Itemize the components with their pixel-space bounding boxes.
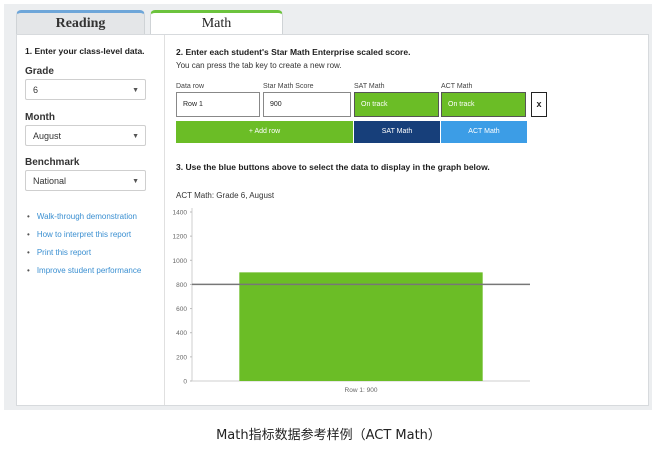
app-frame: Reading Math 1. Enter your class-level d… <box>4 4 652 410</box>
benchmark-select[interactable]: National ▼ <box>25 170 146 191</box>
grade-select[interactable]: 6 ▼ <box>25 79 146 100</box>
chevron-down-icon: ▼ <box>132 133 139 140</box>
x-tick-label: Row 1: 900 <box>345 387 378 394</box>
y-tick-label: 1000 <box>173 258 188 265</box>
month-label: Month <box>25 112 55 123</box>
chevron-down-icon: ▼ <box>132 87 139 94</box>
main-panel: 1. Enter your class-level data. Grade 6 … <box>16 34 649 406</box>
bar-0 <box>239 272 483 381</box>
benchmark-value: National <box>33 176 67 186</box>
link-improve-performance[interactable]: Improve student performance <box>27 266 142 275</box>
link-print-report[interactable]: Print this report <box>27 248 141 257</box>
benchmark-label: Benchmark <box>25 157 80 168</box>
help-links: Walk-through demonstration How to interp… <box>27 212 142 284</box>
student-data-panel: 2. Enter each student's Star Math Enterp… <box>165 35 650 405</box>
y-tick-label: 1400 <box>173 210 188 217</box>
class-data-panel: 1. Enter your class-level data. Grade 6 … <box>17 35 165 405</box>
tab-reading[interactable]: Reading <box>16 10 145 34</box>
grade-label: Grade <box>25 66 54 77</box>
month-value: August <box>33 131 62 141</box>
act-math-chart: 0 200 400 600 800 1000 1200 1400 Row 1: 900 <box>173 208 530 394</box>
grade-value: 6 <box>33 85 39 95</box>
link-interpret-report[interactable]: How to interpret this report <box>27 230 141 239</box>
y-tick-label: 200 <box>176 354 187 361</box>
tab-math[interactable]: Math <box>150 10 283 34</box>
y-tick-label: 0 <box>183 379 187 386</box>
figure-caption: Math指标数据参考样例（ACT Math） <box>216 428 441 443</box>
y-tick-label: 600 <box>176 306 187 313</box>
month-select[interactable]: August ▼ <box>25 125 146 146</box>
y-tick-label: 1200 <box>173 234 188 241</box>
step1-heading: 1. Enter your class-level data. <box>25 46 145 56</box>
y-tick-label: 800 <box>176 282 187 289</box>
link-walkthrough[interactable]: Walk-through demonstration <box>27 212 141 221</box>
y-tick-label: 400 <box>176 330 187 337</box>
chevron-down-icon: ▼ <box>132 178 139 185</box>
